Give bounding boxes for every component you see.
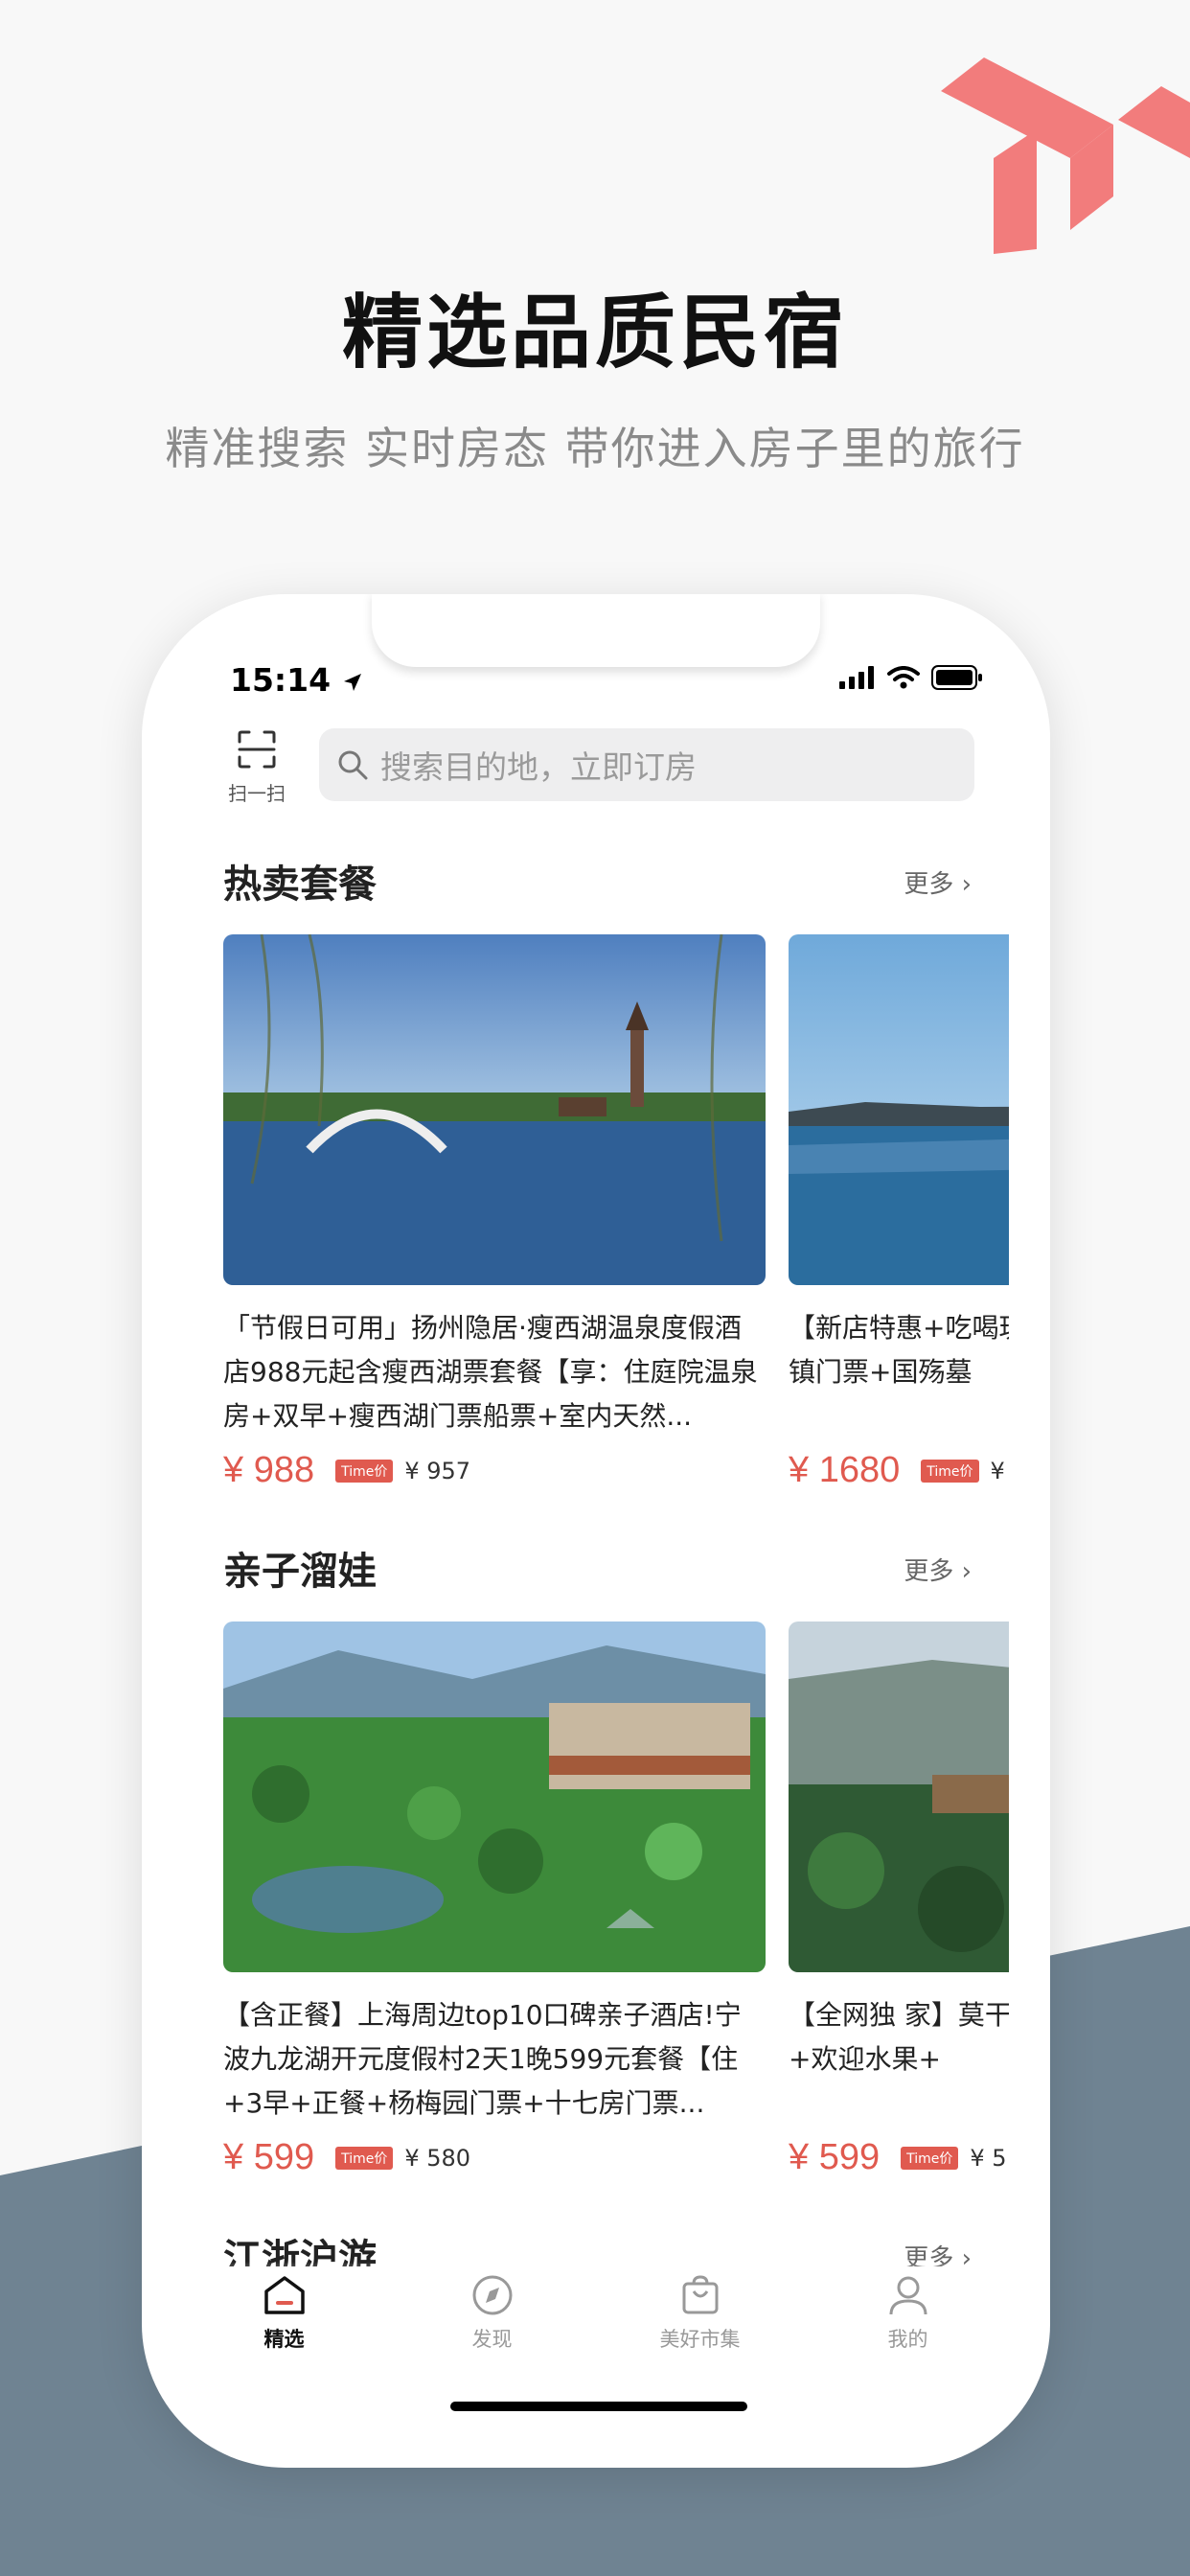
more-link-hot-packages[interactable]: 更多 ›: [904, 864, 972, 900]
more-link-family-fun[interactable]: 更多 ›: [904, 1552, 972, 1587]
shopping-bag-icon: [682, 2275, 718, 2314]
card-description: 【含正餐】上海周边top10口碑亲子酒店!宁波九龙湖开元度假村2天1晚599元套…: [223, 1999, 742, 2119]
brand-logo-icon: [941, 58, 1190, 254]
tab-label: 美好市集: [659, 2328, 741, 2351]
scan-label: 扫一扫: [228, 782, 286, 805]
card-original-price: ¥: [990, 1457, 1005, 1484]
tab-market[interactable]: 美好市集: [596, 2266, 804, 2372]
wifi-icon: [887, 666, 920, 689]
location-arrow-icon: [343, 674, 361, 691]
status-time-text: 15:14: [230, 661, 332, 699]
search-input[interactable]: 搜索目的地，立即订房: [319, 728, 974, 801]
card-price: ¥ 1680: [789, 1450, 901, 1490]
promo-subline: 精准搜索 实时房态 带你进入房子里的旅行: [165, 423, 1025, 474]
chevron-right-icon: ›: [961, 870, 972, 899]
status-time: 15:14: [230, 661, 363, 699]
package-card[interactable]: 【含正餐】上海周边top10口碑亲子酒店!宁波九龙湖开元度假村2天1晚599元套…: [223, 1622, 766, 2178]
card-price: ¥ 988: [223, 1450, 315, 1490]
tab-me[interactable]: 我的: [804, 2266, 1012, 2372]
card-image: [223, 934, 766, 1285]
card-description: 【全网独 家】莫干 「莫干山泊印」新 +双早+欢迎水果+: [789, 1999, 1009, 2075]
card-price: ¥ 599: [223, 2137, 315, 2177]
compass-icon: [472, 2275, 512, 2315]
chevron-right-icon: ›: [961, 1557, 972, 1586]
card-original-price: ¥ 5: [970, 2144, 1007, 2172]
price-row: ¥ 988 Time价 ¥ 957: [223, 1450, 766, 1491]
card-description: 【新店特惠+吃喝玩 1680元3天2晚度假 +古镇门票+国殇墓: [789, 1312, 1009, 1388]
search-icon: [338, 750, 368, 780]
package-card[interactable]: 【新店特惠+吃喝玩 1680元3天2晚度假 +古镇门票+国殇墓 ¥ 1680 T…: [789, 934, 1009, 1491]
status-icons: [839, 665, 983, 690]
price-row: ¥ 1680 Time价 ¥: [789, 1450, 1009, 1491]
card-image: [789, 1622, 1009, 1972]
tab-label: 精选: [263, 2328, 305, 2351]
package-card[interactable]: 【全网独 家】莫干 「莫干山泊印」新 +双早+欢迎水果+ ¥ 599 Time价…: [789, 1622, 1009, 2178]
more-label: 更多: [904, 870, 954, 899]
price-row: ¥ 599 Time价 ¥ 5: [789, 2137, 1009, 2178]
tab-bar: 精选 发现 美好市集 我的: [180, 2266, 1012, 2372]
section-title-hot-packages: 热卖套餐: [223, 862, 377, 907]
price-row: ¥ 599 Time价 ¥ 580: [223, 2137, 766, 2178]
price-tag-badge: Time价: [901, 2146, 959, 2170]
card-original-price: ¥ 957: [404, 1457, 471, 1484]
card-price: ¥ 599: [789, 2137, 881, 2177]
phone-frame: 15:14 扫一扫 搜索目的地，立即订房 热卖套餐 更多 › 「节假日可用」扬州…: [142, 594, 1050, 2468]
card-image: [223, 1622, 766, 1972]
tab-featured[interactable]: 精选: [180, 2266, 388, 2372]
promo-headline: 精选品质民宿: [341, 286, 848, 380]
price-tag-badge: Time价: [335, 2146, 394, 2170]
more-label: 更多: [904, 1557, 954, 1586]
price-tag-badge: Time价: [335, 1459, 394, 1483]
scan-button[interactable]: 扫一扫: [218, 728, 295, 815]
home-icon: [263, 2276, 305, 2314]
hot-packages-carousel[interactable]: 「节假日可用」扬州隐居·瘦西湖温泉度假酒店988元起含瘦西湖票套餐【享：住庭院温…: [223, 934, 1009, 1500]
price-tag-badge: Time价: [921, 1459, 979, 1483]
battery-icon: [931, 665, 982, 690]
search-placeholder: 搜索目的地，立即订房: [380, 748, 697, 786]
tab-label: 发现: [471, 2328, 513, 2351]
user-icon: [889, 2276, 927, 2315]
signal-icon: [839, 666, 874, 689]
card-image: [789, 934, 1009, 1285]
scan-icon: [238, 730, 276, 769]
card-description: 「节假日可用」扬州隐居·瘦西湖温泉度假酒店988元起含瘦西湖票套餐【享：住庭院温…: [223, 1312, 758, 1432]
tab-label: 我的: [887, 2328, 928, 2351]
home-indicator[interactable]: [450, 2402, 747, 2411]
phone-notch: [372, 594, 820, 667]
tab-discover[interactable]: 发现: [388, 2266, 596, 2372]
section-title-family-fun: 亲子溜娃: [223, 1550, 377, 1594]
family-fun-carousel[interactable]: 【含正餐】上海周边top10口碑亲子酒店!宁波九龙湖开元度假村2天1晚599元套…: [223, 1622, 1009, 2187]
package-card[interactable]: 「节假日可用」扬州隐居·瘦西湖温泉度假酒店988元起含瘦西湖票套餐【享：住庭院温…: [223, 934, 766, 1491]
card-original-price: ¥ 580: [404, 2144, 471, 2172]
